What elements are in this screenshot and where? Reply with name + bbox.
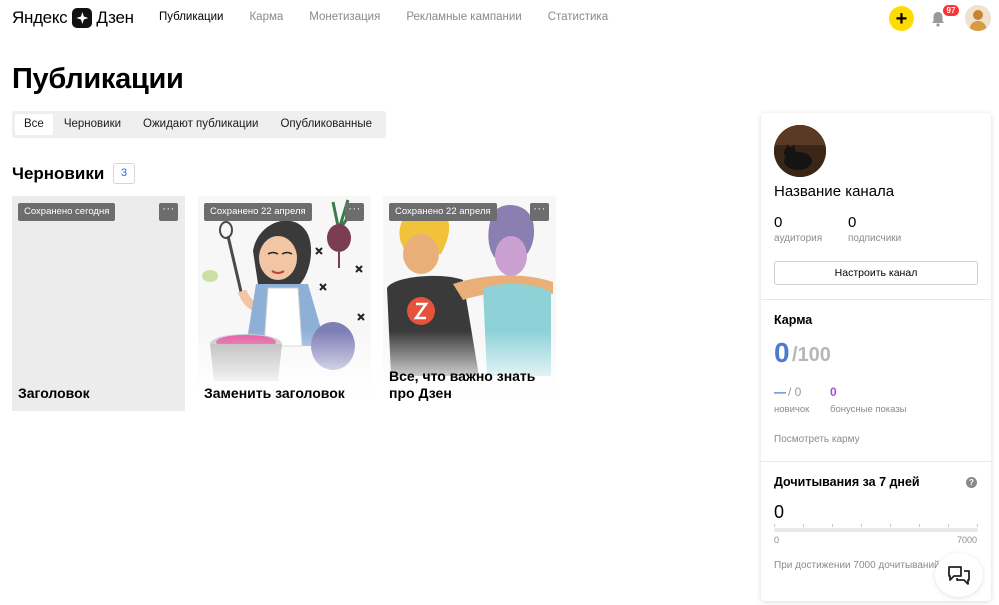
tab-published[interactable]: Опубликованные: [269, 114, 383, 135]
setup-channel-button[interactable]: Настроить канал: [774, 261, 978, 285]
logo-yandex-text: Яндекс: [12, 8, 68, 27]
view-karma-link[interactable]: Посмотреть карму: [774, 434, 860, 445]
progress-tick: [861, 524, 862, 527]
saved-date-label: Сохранено 22 апреля: [389, 203, 497, 221]
karma-max: /100: [792, 344, 831, 366]
draft-title: Заменить заголовок: [204, 385, 345, 401]
page-title: Публикации: [12, 63, 184, 95]
nav-item-statistics[interactable]: Статистика: [548, 11, 608, 23]
reads-title: Дочитывания за 7 дней: [774, 475, 920, 489]
divider: [761, 299, 991, 300]
scale-min-label: 0: [774, 535, 780, 545]
draft-title: Все, что важно знать про Дзен: [389, 368, 536, 401]
more-options-button[interactable]: ···: [345, 203, 364, 221]
tab-pending[interactable]: Ожидают публикации: [132, 114, 269, 135]
chat-bubbles-icon: [948, 566, 970, 585]
progress-tick: [832, 524, 833, 527]
channel-avatar-image: [774, 125, 826, 177]
reads-value: 0: [774, 502, 785, 522]
karma-bonus-label: бонусные показы: [830, 404, 907, 415]
nav-item-monetization[interactable]: Монетизация: [309, 11, 380, 23]
audience-label: аудитория: [774, 233, 823, 244]
drafts-count-badge: 3: [113, 163, 135, 184]
more-options-button[interactable]: ···: [530, 203, 549, 221]
progress-tick: [919, 524, 920, 527]
channel-sidebar-panel: Название канала 0 аудитория 0 подписчики…: [761, 113, 991, 601]
user-avatar-image: [965, 5, 991, 31]
subscribers-value: 0: [848, 214, 857, 231]
notifications-badge: 97: [943, 5, 959, 16]
progress-tick: [890, 524, 891, 527]
channel-name: Название канала: [774, 183, 895, 200]
progress-tick: [774, 524, 775, 527]
nav-item-ad-campaigns[interactable]: Рекламные кампании: [406, 11, 521, 23]
tab-all[interactable]: Все: [15, 114, 53, 135]
progress-tick: [977, 524, 978, 527]
nav-item-karma[interactable]: Карма: [249, 11, 283, 23]
draft-title: Заголовок: [18, 385, 90, 401]
plus-icon: +: [895, 7, 908, 30]
logo-dzen-text: Дзен: [96, 8, 134, 27]
draft-card[interactable]: Сохранено 22 апреля ··· Заменить заголов…: [198, 196, 371, 411]
top-header: Яндекс Дзен Публикации Карма Монетизация…: [0, 0, 999, 38]
zen-star-icon: [72, 8, 93, 28]
draft-card[interactable]: Сохранено сегодня ··· Заголовок: [12, 196, 185, 411]
progress-tick: [803, 524, 804, 527]
more-options-button[interactable]: ···: [159, 203, 178, 221]
create-publication-button[interactable]: +: [889, 6, 914, 31]
karma-level-rest: / 0: [788, 385, 802, 399]
karma-level-value: —: [774, 385, 786, 399]
karma-title: Карма: [774, 313, 813, 327]
yandex-zen-logo[interactable]: Яндекс Дзен: [12, 7, 134, 29]
saved-date-label: Сохранено сегодня: [18, 203, 116, 221]
user-avatar[interactable]: [965, 5, 991, 31]
karma-bonus-value: 0: [830, 385, 837, 399]
drafts-section-title: Черновики: [12, 164, 105, 183]
channel-avatar[interactable]: [774, 125, 826, 177]
support-chat-button[interactable]: [935, 553, 983, 597]
main-nav: Публикации Карма Монетизация Рекламные к…: [159, 11, 634, 23]
audience-value: 0: [774, 214, 783, 231]
divider: [761, 461, 991, 462]
tab-drafts[interactable]: Черновики: [53, 114, 132, 135]
nav-item-publications[interactable]: Публикации: [159, 11, 223, 23]
progress-tick: [948, 524, 949, 527]
karma-level-label: новичок: [774, 404, 810, 415]
draft-card[interactable]: Сохранено 22 апреля ··· Все, что важно з…: [383, 196, 556, 411]
help-icon[interactable]: ?: [966, 477, 977, 488]
publication-filter-tabs: Все Черновики Ожидают публикации Опублик…: [12, 111, 387, 138]
scale-max-label: 7000: [957, 535, 978, 545]
subscribers-label: подписчики: [848, 233, 902, 244]
reads-progress-bar: [774, 528, 978, 532]
saved-date-label: Сохранено 22 апреля: [204, 203, 312, 221]
karma-value: 0: [774, 337, 790, 368]
